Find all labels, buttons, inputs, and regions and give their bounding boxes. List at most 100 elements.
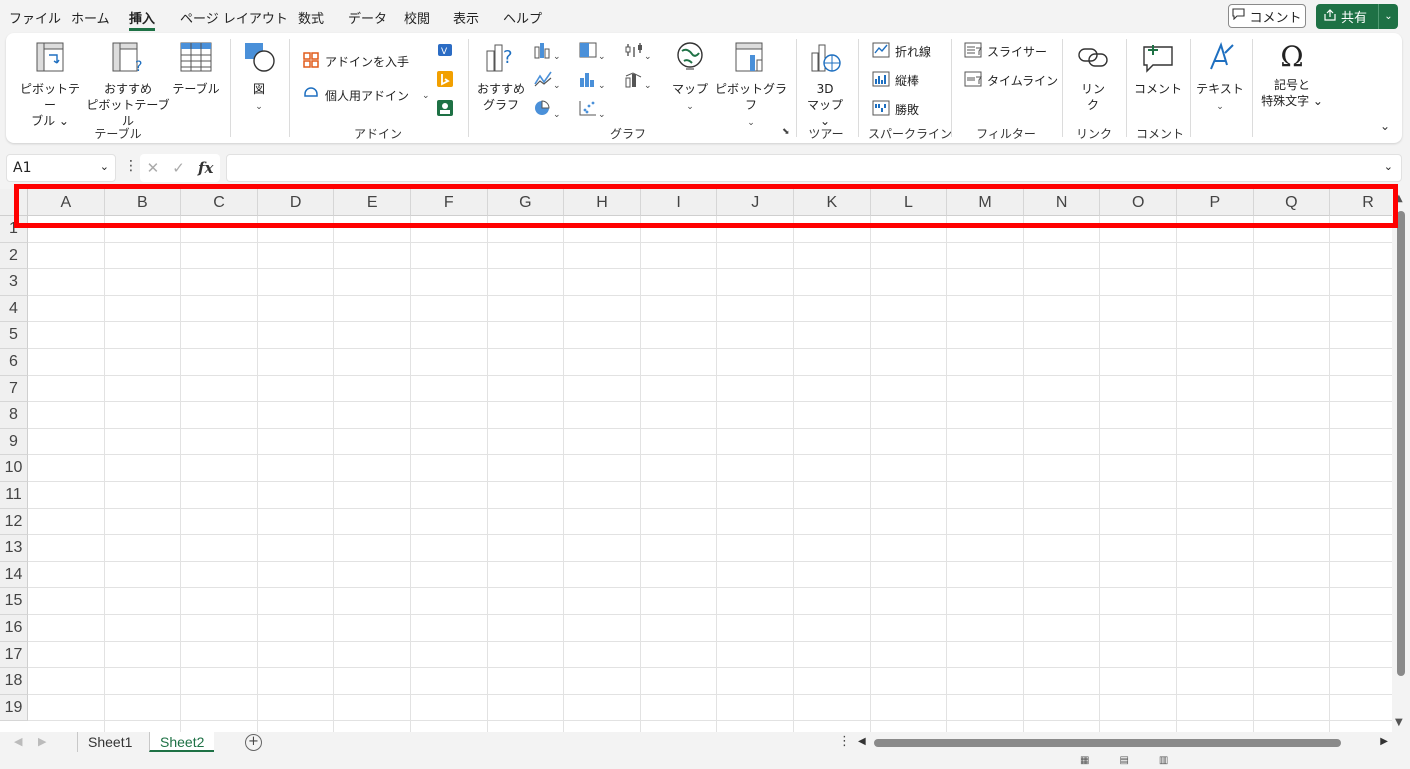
prev-sheet-icon[interactable]: ◀	[14, 735, 22, 748]
chart-dialog-launcher-icon[interactable]: ⬊	[782, 127, 790, 137]
ribbon-collapse-chevron-icon[interactable]: ⌄	[1380, 119, 1390, 133]
row-header[interactable]: 3	[0, 269, 28, 296]
column-header[interactable]: H	[564, 189, 641, 216]
select-all-corner[interactable]	[0, 189, 28, 216]
column-header[interactable]: R	[1330, 189, 1392, 216]
scroll-up-icon[interactable]: ▲	[1395, 193, 1403, 204]
column-header[interactable]: M	[947, 189, 1024, 216]
row-header[interactable]: 16	[0, 615, 28, 642]
tab-formulas[interactable]: 数式	[298, 8, 324, 27]
line-chart-icon[interactable]: ⌄	[533, 70, 561, 91]
row-header[interactable]: 6	[0, 349, 28, 376]
enter-check-icon[interactable]: ✓	[172, 159, 185, 177]
comments-button[interactable]: コメント	[1228, 4, 1306, 28]
recommended-charts-button[interactable]: ? おすすめ グラフ	[474, 41, 528, 113]
hierarchy-chart-icon[interactable]: ⌄	[578, 41, 606, 62]
column-header[interactable]: N	[1023, 189, 1101, 216]
name-box[interactable]: A1 ⌄	[6, 154, 116, 182]
column-chart-icon[interactable]: ⌄	[533, 41, 561, 62]
sheet-tab[interactable]: Sheet1	[77, 732, 142, 752]
personal-addins-button[interactable]: 個人用アドイン ⌄	[302, 85, 430, 106]
people-graph-icon[interactable]	[436, 99, 454, 121]
maps-button[interactable]: マップ ⌄	[672, 41, 708, 115]
tab-data[interactable]: データ	[348, 8, 387, 27]
more-options-icon[interactable]: ⋮	[838, 734, 851, 749]
symbols-button[interactable]: Ω 記号と 特殊文字 ⌄	[1256, 41, 1328, 109]
row-header[interactable]: 9	[0, 428, 28, 456]
statistic-chart-icon[interactable]: ⌄	[578, 70, 606, 91]
bing-icon[interactable]	[436, 70, 454, 92]
column-header[interactable]: F	[411, 189, 488, 216]
row-header[interactable]: 11	[0, 482, 28, 509]
pivot-chart-button[interactable]: ピボットグラフ ⌄	[712, 41, 790, 131]
visio-icon[interactable]: V	[436, 41, 454, 63]
column-header[interactable]: K	[794, 189, 871, 216]
tab-view[interactable]: 表示	[453, 8, 479, 27]
illustrations-button[interactable]: 図 ⌄	[238, 41, 280, 115]
next-sheet-icon[interactable]: ▶	[38, 735, 46, 748]
row-header[interactable]: 15	[0, 588, 28, 615]
pie-chart-icon[interactable]: ⌄	[533, 99, 561, 120]
row-header[interactable]: 2	[0, 242, 28, 270]
row-header[interactable]: 1	[0, 216, 28, 243]
row-header[interactable]: 19	[0, 694, 28, 722]
pivot-table-button[interactable]: ピボットテー ブル ⌄	[16, 41, 84, 129]
insert-comment-button[interactable]: コメント	[1132, 41, 1184, 97]
link-button[interactable]: リン ク	[1070, 41, 1116, 113]
row-header[interactable]: 12	[0, 508, 28, 536]
column-header[interactable]: P	[1177, 189, 1254, 216]
page-break-view-icon[interactable]: ▥	[1159, 755, 1168, 766]
share-button[interactable]: 共有 ⌄	[1316, 4, 1398, 29]
tab-insert[interactable]: 挿入	[129, 8, 156, 31]
vertical-scroll-thumb[interactable]	[1397, 211, 1405, 676]
row-header[interactable]: 14	[0, 561, 28, 589]
row-header[interactable]: 13	[0, 535, 28, 562]
expand-formula-chevron-icon[interactable]: ⌄	[1384, 160, 1393, 173]
column-header[interactable]: L	[870, 189, 948, 216]
horizontal-scrollbar[interactable]: ◀ ▶	[856, 736, 1388, 750]
row-header[interactable]: 18	[0, 668, 28, 695]
scroll-right-icon[interactable]: ▶	[1380, 736, 1388, 747]
column-header[interactable]: D	[257, 189, 335, 216]
get-addins-button[interactable]: アドインを入手	[302, 51, 409, 72]
cancel-icon[interactable]: ✕	[147, 159, 160, 177]
recommended-pivot-button[interactable]: ? おすすめ ピボットテーブル	[86, 41, 170, 129]
3d-map-button[interactable]: 3D マップ ⌄	[802, 41, 848, 129]
row-header[interactable]: 7	[0, 375, 28, 403]
row-header[interactable]: 5	[0, 322, 28, 349]
tab-review[interactable]: 校閲	[404, 8, 430, 27]
page-layout-view-icon[interactable]: ▤	[1119, 755, 1128, 766]
worksheet-grid[interactable]: A B C D E F G H I J K L M N O P Q R 1 2 3 4 5 6 7 8 9 10 11 12 13 14 15 1…	[0, 189, 1392, 732]
formula-input[interactable]: ⌄	[226, 154, 1402, 182]
tab-file[interactable]: ファイル	[9, 8, 61, 27]
sheet-tab-active[interactable]: Sheet2	[149, 732, 215, 752]
scatter-chart-icon[interactable]: ⌄	[578, 99, 606, 120]
combo-chart-icon[interactable]: ⌄	[624, 70, 652, 91]
scroll-left-icon[interactable]: ◀	[858, 736, 866, 747]
sparkline-winloss-button[interactable]: 勝敗	[872, 100, 919, 119]
horizontal-scroll-thumb[interactable]	[874, 739, 1341, 747]
add-sheet-icon[interactable]: +	[245, 734, 262, 751]
stock-chart-icon[interactable]: ⌄	[624, 41, 652, 62]
column-header[interactable]: O	[1100, 189, 1177, 216]
vertical-scrollbar[interactable]: ▲ ▼	[1392, 189, 1410, 732]
column-header[interactable]: I	[640, 189, 718, 216]
insert-function-icon[interactable]: fx	[198, 159, 213, 177]
slicer-button[interactable]: スライサー	[964, 42, 1047, 61]
sparkline-column-button[interactable]: 縦棒	[872, 71, 919, 90]
column-header[interactable]: E	[334, 189, 411, 216]
table-button[interactable]: テーブル	[172, 41, 220, 97]
tab-help[interactable]: ヘルプ	[503, 8, 542, 27]
sparkline-line-button[interactable]: 折れ線	[872, 42, 931, 61]
chevron-down-icon[interactable]: ⌄	[100, 160, 109, 173]
more-options-icon[interactable]: ⋮	[124, 158, 138, 174]
scroll-down-icon[interactable]: ▼	[1395, 717, 1403, 728]
row-header[interactable]: 4	[0, 295, 28, 323]
row-header[interactable]: 17	[0, 641, 28, 669]
row-header[interactable]: 10	[0, 455, 28, 482]
column-header[interactable]: G	[487, 189, 565, 216]
column-header[interactable]: C	[181, 189, 258, 216]
row-header[interactable]: 8	[0, 402, 28, 429]
timeline-button[interactable]: タイムライン	[964, 71, 1058, 90]
column-header[interactable]: A	[28, 189, 105, 216]
